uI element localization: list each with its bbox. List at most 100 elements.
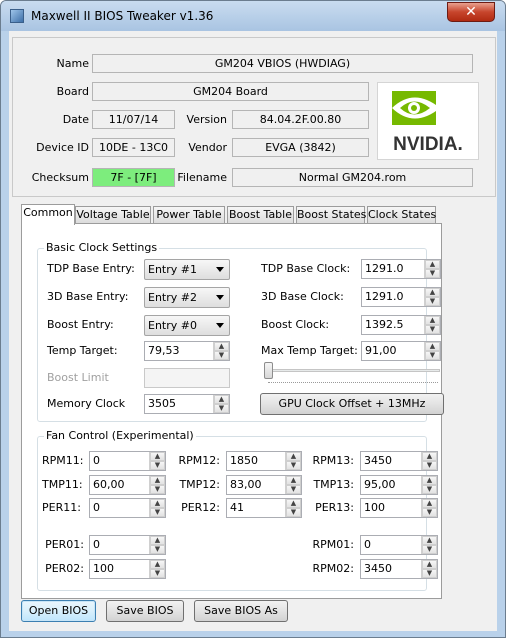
tmp11-spin: ▲ ▼	[149, 476, 165, 494]
per12-label: PER12:	[181, 501, 220, 514]
spin-down-icon[interactable]: ▼	[425, 269, 440, 278]
spin-down-icon[interactable]: ▼	[422, 461, 437, 470]
vendor-field: EVGA (3842)	[232, 138, 369, 157]
spin-down-icon[interactable]: ▼	[286, 461, 301, 470]
spin-up-icon[interactable]: ▲	[422, 452, 437, 461]
spin-up-icon[interactable]: ▲	[425, 316, 440, 325]
save-bios-button[interactable]: Save BIOS	[106, 600, 184, 622]
spin-down-icon[interactable]: ▼	[425, 351, 440, 360]
boost-entry-select[interactable]: Entry #0	[144, 315, 230, 336]
memory-clock-label: Memory Clock	[47, 397, 126, 410]
spin-up-icon[interactable]: ▲	[286, 476, 301, 485]
spin-down-icon[interactable]: ▼	[425, 297, 440, 306]
spin-down-icon[interactable]: ▼	[422, 545, 437, 554]
tab-boost-states[interactable]: Boost States	[296, 206, 366, 223]
tab-boost-table[interactable]: Boost Table	[227, 206, 294, 223]
spin-up-icon[interactable]: ▲	[425, 288, 440, 297]
rpm11-stepper[interactable]: 0 ▲ ▼	[89, 451, 166, 471]
boost-clock-spin: ▲ ▼	[424, 316, 440, 334]
clock-offset-slider[interactable]	[264, 362, 273, 379]
spin-down-icon[interactable]: ▼	[150, 485, 165, 494]
filename-field: Normal GM204.rom	[232, 168, 473, 187]
rpm13-stepper[interactable]: 3450 ▲ ▼	[360, 451, 438, 471]
spin-down-icon[interactable]: ▼	[425, 325, 440, 334]
tab-voltage-table[interactable]: Voltage Table	[75, 206, 151, 223]
tmp13-stepper[interactable]: 95,00 ▲ ▼	[360, 475, 438, 495]
boost-entry-value: Entry #0	[148, 319, 197, 332]
per01-stepper[interactable]: 0 ▲ ▼	[89, 535, 166, 555]
gpu-clock-offset-button[interactable]: GPU Clock Offset + 13MHz	[260, 393, 444, 415]
rpm11-spin: ▲ ▼	[149, 452, 165, 470]
spin-up-icon[interactable]: ▲	[150, 536, 165, 545]
spin-up-icon[interactable]: ▲	[425, 260, 440, 269]
rpm12-label: RPM12:	[178, 454, 220, 467]
spin-up-icon[interactable]: ▲	[214, 342, 229, 351]
temp-target-value: 79,53	[148, 344, 180, 357]
spin-up-icon[interactable]: ▲	[214, 395, 229, 404]
spin-down-icon[interactable]: ▼	[214, 351, 229, 360]
max-temp-target-label: Max Temp Target:	[261, 344, 358, 357]
per11-value: 0	[93, 501, 100, 514]
boost-clock-stepper[interactable]: 1392.5 ▲ ▼	[361, 315, 441, 335]
rpm12-stepper[interactable]: 1850 ▲ ▼	[226, 451, 302, 471]
tdp-base-entry-label: TDP Base Entry:	[47, 262, 135, 275]
rpm02-stepper[interactable]: 3450 ▲ ▼	[360, 559, 438, 579]
per12-stepper[interactable]: 41 ▲ ▼	[226, 498, 302, 518]
spin-up-icon[interactable]: ▲	[422, 476, 437, 485]
spin-down-icon[interactable]: ▼	[422, 569, 437, 578]
max-temp-target-spin: ▲ ▼	[424, 342, 440, 360]
spin-down-icon[interactable]: ▼	[214, 404, 229, 413]
spin-up-icon[interactable]: ▲	[422, 536, 437, 545]
tab-clock-states[interactable]: Clock States	[367, 206, 436, 223]
spin-up-icon[interactable]: ▲	[150, 452, 165, 461]
name-label: Name	[56, 57, 89, 70]
tab-power-table[interactable]: Power Table	[153, 206, 225, 223]
spin-up-icon[interactable]: ▲	[286, 499, 301, 508]
save-bios-as-button[interactable]: Save BIOS As	[194, 600, 288, 622]
max-temp-target-stepper[interactable]: 91,00 ▲ ▼	[361, 341, 441, 361]
3d-base-entry-select[interactable]: Entry #2	[144, 287, 230, 308]
open-bios-button[interactable]: Open BIOS	[21, 600, 96, 622]
spin-up-icon[interactable]: ▲	[150, 499, 165, 508]
tmp12-stepper[interactable]: 83,00 ▲ ▼	[226, 475, 302, 495]
tdp-base-clock-stepper[interactable]: 1291.0 ▲ ▼	[361, 259, 441, 279]
checksum-field: 7F - [7F]	[92, 168, 175, 187]
spin-down-icon[interactable]: ▼	[286, 508, 301, 517]
per13-stepper[interactable]: 100 ▲ ▼	[360, 498, 438, 518]
spin-down-icon[interactable]: ▼	[422, 508, 437, 517]
rpm01-value: 0	[364, 538, 371, 551]
spin-down-icon[interactable]: ▼	[150, 508, 165, 517]
spin-down-icon[interactable]: ▼	[422, 485, 437, 494]
rpm13-label: RPM13:	[312, 454, 354, 467]
tab-common[interactable]: Common	[21, 204, 75, 225]
spin-down-icon[interactable]: ▼	[286, 485, 301, 494]
title-bar[interactable]: Maxwell II BIOS Tweaker v1.36 ✕	[1, 1, 505, 31]
spin-up-icon[interactable]: ▲	[422, 560, 437, 569]
memory-clock-stepper[interactable]: 3505 ▲ ▼	[144, 394, 230, 414]
device-id-label: Device ID	[36, 141, 89, 154]
tmp12-value: 83,00	[230, 478, 262, 491]
spin-down-icon[interactable]: ▼	[150, 461, 165, 470]
spin-down-icon[interactable]: ▼	[150, 569, 165, 578]
spin-up-icon[interactable]: ▲	[150, 476, 165, 485]
rpm13-spin: ▲ ▼	[421, 452, 437, 470]
spin-up-icon[interactable]: ▲	[286, 452, 301, 461]
chevron-down-icon	[216, 267, 224, 272]
per11-stepper[interactable]: 0 ▲ ▼	[89, 498, 166, 518]
temp-target-stepper[interactable]: 79,53 ▲ ▼	[144, 341, 230, 361]
spin-up-icon[interactable]: ▲	[150, 560, 165, 569]
3d-base-clock-stepper[interactable]: 1291.0 ▲ ▼	[361, 287, 441, 307]
close-button[interactable]: ✕	[447, 2, 495, 22]
spin-up-icon[interactable]: ▲	[422, 499, 437, 508]
nvidia-logo: NVIDIA.	[377, 82, 479, 160]
spin-down-icon[interactable]: ▼	[150, 545, 165, 554]
per01-value: 0	[93, 538, 100, 551]
tmp11-stepper[interactable]: 60,00 ▲ ▼	[89, 475, 166, 495]
spin-up-icon[interactable]: ▲	[425, 342, 440, 351]
rpm01-spin: ▲ ▼	[421, 536, 437, 554]
per02-stepper[interactable]: 100 ▲ ▼	[89, 559, 166, 579]
tdp-base-entry-select[interactable]: Entry #1	[144, 259, 230, 280]
rpm01-stepper[interactable]: 0 ▲ ▼	[360, 535, 438, 555]
board-label: Board	[56, 85, 89, 98]
clock-offset-slider-track	[264, 369, 440, 372]
